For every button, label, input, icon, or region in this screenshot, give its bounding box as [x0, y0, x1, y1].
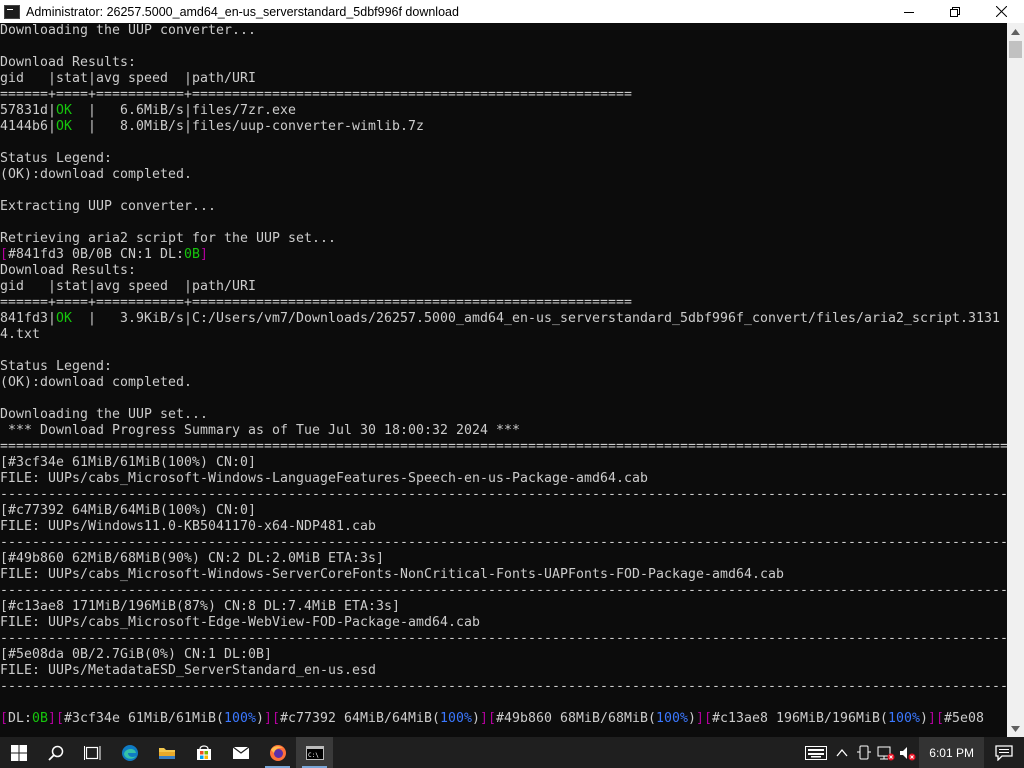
task-view-button[interactable]	[74, 737, 111, 768]
console-output[interactable]: Downloading the UUP converter... Downloa…	[0, 23, 1007, 737]
firefox-button[interactable]	[259, 737, 296, 768]
console-line: [#841fd3 0B/0B CN:1 DL:0B]	[0, 247, 208, 262]
console-line: FILE: UUPs/MetadataESD_ServerStandard_en…	[0, 663, 376, 678]
console-line: ----------------------------------------…	[0, 487, 1007, 502]
minimize-button[interactable]	[886, 0, 932, 23]
console-line: 4144b6|OK | 8.0MiB/s|files/uup-converter…	[0, 119, 424, 134]
search-icon	[47, 745, 63, 761]
window-controls	[886, 0, 1024, 23]
edge-button[interactable]	[111, 737, 148, 768]
network-icon[interactable]	[875, 737, 897, 768]
console-line: Status Legend:	[0, 359, 112, 374]
folder-icon	[158, 747, 175, 759]
console-line: gid |stat|avg speed |path/URI	[0, 71, 256, 86]
arrow-down-icon	[1011, 725, 1020, 732]
console-line: FILE: UUPs/cabs_Microsoft-Windows-Server…	[0, 567, 784, 582]
firefox-icon	[269, 744, 286, 761]
file-explorer-button[interactable]	[148, 737, 185, 768]
console-line: Retrieving aria2 script for the UUP set.…	[0, 231, 336, 246]
device-icon[interactable]	[853, 737, 875, 768]
console-line: ======+====+===========+================…	[0, 295, 632, 310]
console-line: Downloading the UUP set...	[0, 407, 208, 422]
console-line: (OK):download completed.	[0, 167, 192, 182]
console-line: ----------------------------------------…	[0, 535, 1007, 550]
scroll-thumb[interactable]	[1009, 41, 1022, 58]
notification-icon	[995, 744, 1013, 761]
console-line: [#c77392 64MiB/64MiB(100%) CN:0]	[0, 503, 256, 518]
console-line: [#49b860 62MiB/68MiB(90%) CN:2 DL:2.0MiB…	[0, 551, 384, 566]
vertical-scrollbar[interactable]	[1007, 23, 1024, 737]
console-line: Extracting UUP converter...	[0, 199, 216, 214]
start-button[interactable]	[0, 737, 37, 768]
console-app-icon[interactable]	[4, 4, 20, 19]
close-button[interactable]	[978, 0, 1024, 23]
edge-icon	[121, 744, 138, 761]
scroll-down-button[interactable]	[1007, 720, 1024, 737]
keyboard-icon[interactable]	[801, 737, 831, 768]
console-line: [#5e08da 0B/2.7GiB(0%) CN:1 DL:0B]	[0, 647, 272, 662]
console-line: Status Legend:	[0, 151, 112, 166]
scroll-up-button[interactable]	[1007, 23, 1024, 40]
console-line: FILE: UUPs/cabs_Microsoft-Windows-Langua…	[0, 471, 648, 486]
console-line: 841fd3|OK | 3.9KiB/s|C:/Users/vm7/Downlo…	[0, 311, 1000, 326]
console-line: ----------------------------------------…	[0, 583, 1007, 598]
cmd-button[interactable]: C:\	[296, 737, 333, 768]
window-title-bar[interactable]: Administrator: 26257.5000_amd64_en-us_se…	[0, 0, 1024, 23]
restore-icon	[950, 6, 960, 17]
notification-center-button[interactable]	[984, 737, 1024, 768]
console-line: (OK):download completed.	[0, 375, 192, 390]
console-line: Downloading the UUP converter...	[0, 23, 256, 38]
window-title: Administrator: 26257.5000_amd64_en-us_se…	[26, 4, 459, 19]
console-line: FILE: UUPs/cabs_Microsoft-Edge-WebView-F…	[0, 615, 480, 630]
store-button[interactable]	[185, 737, 222, 768]
windows-logo-icon	[10, 744, 27, 761]
minimize-icon	[904, 11, 914, 13]
console-line: gid |stat|avg speed |path/URI	[0, 279, 256, 294]
chevron-up-icon[interactable]	[831, 737, 853, 768]
store-icon	[196, 744, 211, 760]
console-line: [#3cf34e 61MiB/61MiB(100%) CN:0]	[0, 455, 256, 470]
console-line: ----------------------------------------…	[0, 679, 1007, 694]
system-tray: 6:01 PM	[801, 737, 1024, 768]
console-icon: C:\	[305, 745, 324, 760]
mail-icon	[232, 746, 249, 759]
task-view-icon	[83, 745, 100, 760]
maximize-button[interactable]	[932, 0, 978, 23]
console-line: 4.txt	[0, 327, 40, 342]
console-line: ======+====+===========+================…	[0, 87, 632, 102]
search-button[interactable]	[37, 737, 74, 768]
close-icon	[995, 6, 1007, 17]
console-line: [#c13ae8 171MiB/196MiB(87%) CN:8 DL:7.4M…	[0, 599, 400, 614]
taskbar-clock[interactable]: 6:01 PM	[919, 737, 984, 768]
arrow-up-icon	[1011, 28, 1020, 35]
console-line: ========================================…	[0, 439, 1007, 454]
console-line: *** Download Progress Summary as of Tue …	[0, 423, 520, 438]
volume-icon[interactable]	[897, 737, 919, 768]
console-text: Downloading the UUP converter... Downloa…	[0, 23, 1007, 727]
console-line: [DL:0B][#3cf34e 61MiB/61MiB(100%)][#c773…	[0, 711, 984, 726]
console-line: Download Results:	[0, 55, 136, 70]
console-line: 57831d|OK | 6.6MiB/s|files/7zr.exe	[0, 103, 296, 118]
svg-text:C:\: C:\	[308, 752, 319, 759]
mail-button[interactable]	[222, 737, 259, 768]
console-line: ----------------------------------------…	[0, 631, 1007, 646]
console-line: FILE: UUPs/Windows11.0-KB5041170-x64-NDP…	[0, 519, 376, 534]
console-line: Download Results:	[0, 263, 136, 278]
taskbar: C:\ 6:01 PM	[0, 737, 1024, 768]
